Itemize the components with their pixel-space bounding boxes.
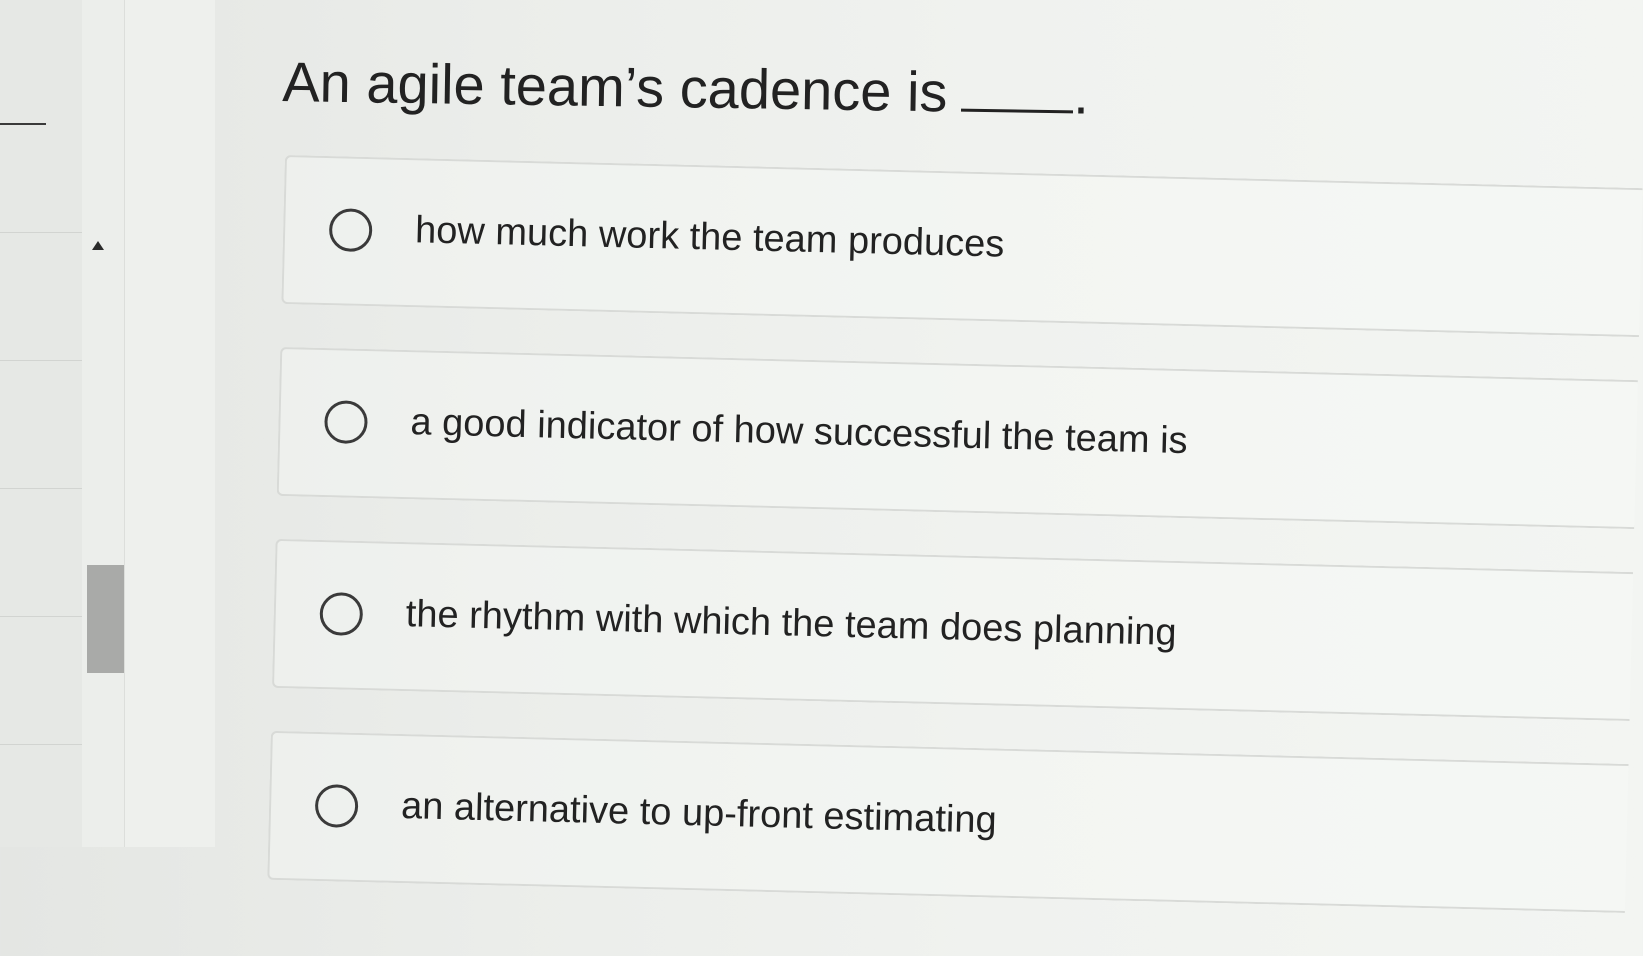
answer-options: how much work the team produces a good i…	[266, 155, 1643, 956]
scrollbar-thumb[interactable]	[87, 565, 124, 673]
scrollbar-track[interactable]	[82, 0, 125, 847]
answer-option-label: an alternative to up-front estimating	[400, 785, 998, 842]
left-panel-rule	[0, 360, 82, 361]
answer-option-label: how much work the team produces	[414, 209, 1005, 266]
radio-circle-icon[interactable]	[323, 400, 369, 445]
radio-circle-icon[interactable]	[328, 208, 373, 253]
left-panel-rule	[0, 744, 82, 745]
answer-option-label: the rhythm with which the team does plan…	[405, 593, 1178, 654]
radio-circle-icon[interactable]	[319, 591, 364, 637]
answer-option-label: a good indicator of how successful the t…	[409, 401, 1189, 463]
answer-option-4[interactable]: an alternative to up-front estimating	[267, 730, 1629, 913]
answer-option-3[interactable]: the rhythm with which the team does plan…	[271, 538, 1634, 722]
radio-circle-icon[interactable]	[314, 783, 359, 828]
scroll-up-caret-icon[interactable]	[92, 241, 104, 250]
content-gutter	[125, 0, 215, 847]
fill-in-blank	[961, 98, 1074, 114]
left-panel-rule	[0, 232, 82, 233]
left-panel-rule	[0, 488, 82, 489]
left-panel-divider	[0, 123, 46, 125]
question-period: .	[1072, 62, 1090, 126]
left-panel-rule	[0, 616, 82, 617]
answer-option-2[interactable]: a good indicator of how successful the t…	[276, 346, 1638, 530]
left-navigation-panel	[0, 0, 82, 847]
question-prompt: An agile team’s cadence is.	[282, 42, 1090, 135]
question-text: An agile team’s cadence is	[281, 49, 948, 124]
answer-option-1[interactable]: how much work the team produces	[281, 155, 1643, 338]
